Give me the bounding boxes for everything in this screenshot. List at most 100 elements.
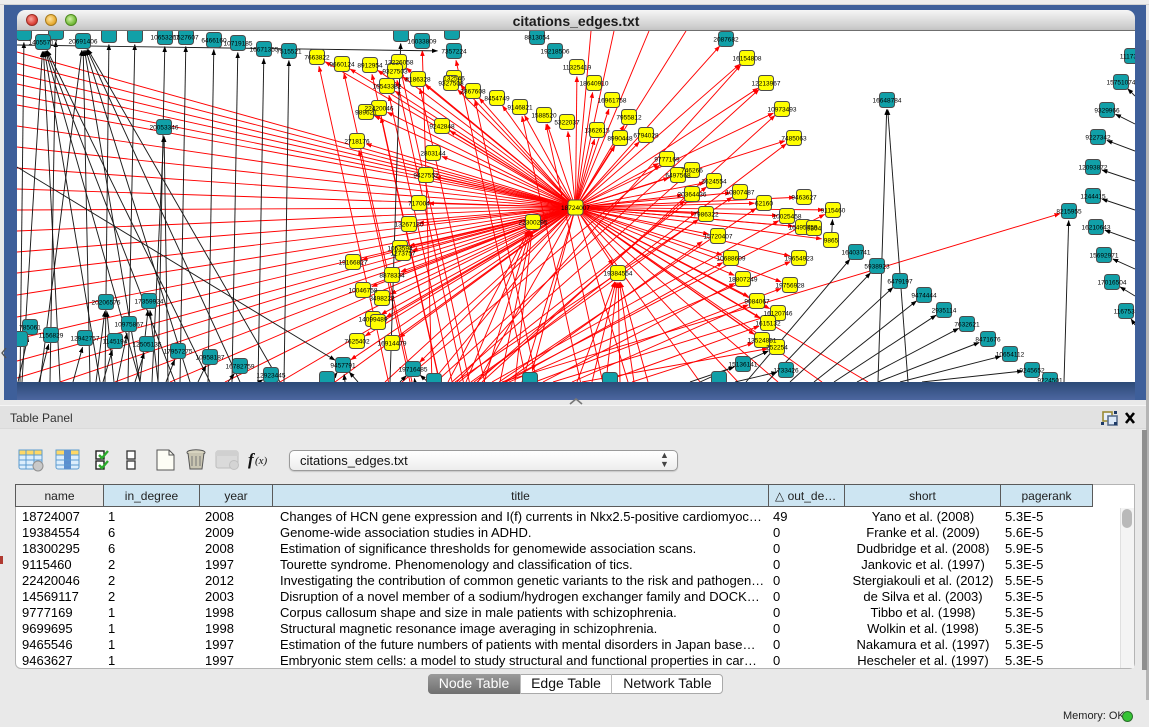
svg-text:3624554: 3624554 bbox=[701, 179, 727, 186]
svg-text:10688609: 10688609 bbox=[717, 256, 746, 263]
svg-text:12923445: 12923445 bbox=[257, 373, 286, 380]
svg-text:10654112: 10654112 bbox=[996, 352, 1025, 359]
svg-text:9660124: 9660124 bbox=[329, 62, 355, 69]
svg-text:717004: 717004 bbox=[408, 201, 430, 208]
svg-text:2803144: 2803144 bbox=[420, 151, 446, 158]
svg-text:12213967: 12213967 bbox=[752, 81, 781, 88]
svg-text:18640910: 18640910 bbox=[580, 81, 609, 88]
svg-text:20691406: 20691406 bbox=[69, 39, 98, 46]
svg-text:22300295: 22300295 bbox=[519, 220, 548, 227]
svg-text:1167533: 1167533 bbox=[1114, 309, 1135, 316]
svg-text:9084067: 9084067 bbox=[744, 299, 770, 306]
svg-text:1733426: 1733426 bbox=[773, 368, 799, 375]
svg-text:9427552: 9427552 bbox=[413, 173, 439, 180]
svg-text:12093872: 12093872 bbox=[1079, 165, 1108, 172]
svg-text:17359924: 17359924 bbox=[135, 299, 164, 306]
svg-text:17016504: 17016504 bbox=[1098, 280, 1127, 287]
svg-text:8912954: 8912954 bbox=[357, 63, 383, 70]
svg-text:20206576: 20206576 bbox=[92, 300, 121, 307]
svg-text:19218506: 19218506 bbox=[541, 49, 570, 56]
svg-text:19756928: 19756928 bbox=[776, 283, 805, 290]
svg-text:9327508: 9327508 bbox=[438, 81, 464, 88]
svg-text:9242848: 9242848 bbox=[429, 124, 455, 131]
svg-text:5938923: 5938923 bbox=[864, 264, 890, 271]
svg-text:1244415: 1244415 bbox=[1080, 194, 1106, 201]
svg-text:15692971: 15692971 bbox=[1090, 253, 1119, 260]
svg-text:1145194: 1145194 bbox=[103, 339, 128, 346]
svg-text:9804: 9804 bbox=[807, 226, 822, 233]
svg-text:13524851: 13524851 bbox=[748, 338, 777, 345]
svg-text:11325419: 11325419 bbox=[563, 65, 592, 72]
svg-text:8878334: 8878334 bbox=[379, 273, 405, 280]
svg-text:9329966: 9329966 bbox=[1094, 108, 1120, 115]
svg-text:785061: 785061 bbox=[19, 325, 41, 332]
svg-text:12942757: 12942757 bbox=[71, 336, 100, 343]
svg-text:19716485: 19716485 bbox=[399, 367, 428, 374]
svg-text:18807249: 18807249 bbox=[729, 277, 758, 284]
svg-text:13267130: 13267130 bbox=[395, 222, 424, 229]
svg-text:9463627: 9463627 bbox=[791, 195, 817, 202]
svg-text:16033809: 16033809 bbox=[408, 39, 437, 46]
svg-text:2935114: 2935114 bbox=[932, 308, 957, 315]
svg-text:9474444: 9474444 bbox=[911, 293, 937, 300]
svg-text:10025458: 10025458 bbox=[773, 214, 802, 221]
svg-text:9327503: 9327503 bbox=[382, 69, 408, 76]
svg-text:16648784: 16648784 bbox=[873, 98, 902, 105]
svg-text:15720407: 15720407 bbox=[704, 234, 733, 241]
svg-text:6479197: 6479197 bbox=[887, 279, 913, 286]
svg-text:16403741: 16403741 bbox=[842, 250, 871, 257]
svg-text:10807487: 10807487 bbox=[726, 190, 755, 197]
svg-text:15136141: 15136141 bbox=[729, 362, 758, 369]
svg-text:19654923: 19654923 bbox=[785, 256, 814, 263]
svg-text:7632621: 7632621 bbox=[954, 322, 980, 329]
svg-text:8454749: 8454749 bbox=[484, 96, 510, 103]
svg-text:10975867: 10975867 bbox=[115, 322, 144, 329]
svg-text:2867608: 2867608 bbox=[460, 89, 486, 96]
svg-text:7663822: 7663822 bbox=[304, 55, 330, 62]
svg-text:14099489: 14099489 bbox=[359, 317, 388, 324]
svg-text:2087682: 2087682 bbox=[713, 37, 739, 44]
svg-text:20053346: 20053346 bbox=[150, 125, 179, 132]
svg-text:1117334: 1117334 bbox=[1120, 54, 1135, 61]
svg-text:14055717: 14055717 bbox=[29, 40, 58, 47]
svg-text:8471676: 8471676 bbox=[975, 337, 1001, 344]
svg-text:7357224: 7357224 bbox=[441, 49, 467, 56]
svg-text:62160: 62160 bbox=[755, 201, 773, 208]
svg-text:16120746: 16120746 bbox=[764, 311, 793, 318]
svg-text:5322037: 5322037 bbox=[554, 120, 580, 127]
svg-text:19384554: 19384554 bbox=[604, 271, 633, 278]
svg-text:8215955: 8215955 bbox=[1056, 209, 1082, 216]
svg-text:1362615: 1362615 bbox=[584, 128, 610, 135]
svg-text:9115460: 9115460 bbox=[821, 208, 846, 215]
svg-text:7986322: 7986322 bbox=[693, 212, 719, 219]
svg-text:8990448: 8990448 bbox=[607, 136, 633, 143]
svg-text:1588520: 1588520 bbox=[531, 113, 557, 120]
svg-text:1273757: 1273757 bbox=[390, 251, 416, 258]
svg-text:16914479: 16914479 bbox=[378, 341, 407, 348]
svg-text:19166827: 19166827 bbox=[339, 260, 368, 267]
svg-text:16671355: 16671355 bbox=[250, 47, 279, 54]
svg-text:16961758: 16961758 bbox=[598, 98, 627, 105]
svg-text:7955812: 7955812 bbox=[616, 115, 642, 122]
svg-text:8813054: 8813054 bbox=[524, 35, 550, 42]
svg-text:17957275: 17957275 bbox=[164, 349, 193, 356]
svg-text:7625402: 7625402 bbox=[344, 339, 370, 346]
svg-text:6497568: 6497568 bbox=[665, 173, 691, 180]
svg-text:10046758: 10046758 bbox=[349, 288, 378, 295]
svg-text:10958187: 10958187 bbox=[196, 355, 225, 362]
svg-text:252254: 252254 bbox=[766, 345, 788, 352]
svg-text:16210643: 16210643 bbox=[1082, 225, 1111, 232]
svg-text:1156829: 1156829 bbox=[39, 333, 64, 340]
svg-text:6794028: 6794028 bbox=[633, 133, 659, 140]
svg-text:18724007: 18724007 bbox=[561, 205, 590, 212]
svg-text:12505135: 12505135 bbox=[133, 342, 162, 349]
svg-text:9245652: 9245652 bbox=[1019, 368, 1045, 375]
svg-text:2718176: 2718176 bbox=[344, 139, 370, 146]
svg-text:7485063: 7485063 bbox=[781, 136, 807, 143]
svg-text:16543382: 16543382 bbox=[373, 84, 402, 91]
svg-text:16154808: 16154808 bbox=[733, 56, 762, 63]
svg-text:20364436: 20364436 bbox=[678, 192, 707, 199]
svg-text:(x): (x) bbox=[255, 455, 268, 467]
svg-text:9865: 9865 bbox=[824, 238, 839, 245]
svg-text:3498222: 3498222 bbox=[369, 296, 395, 303]
